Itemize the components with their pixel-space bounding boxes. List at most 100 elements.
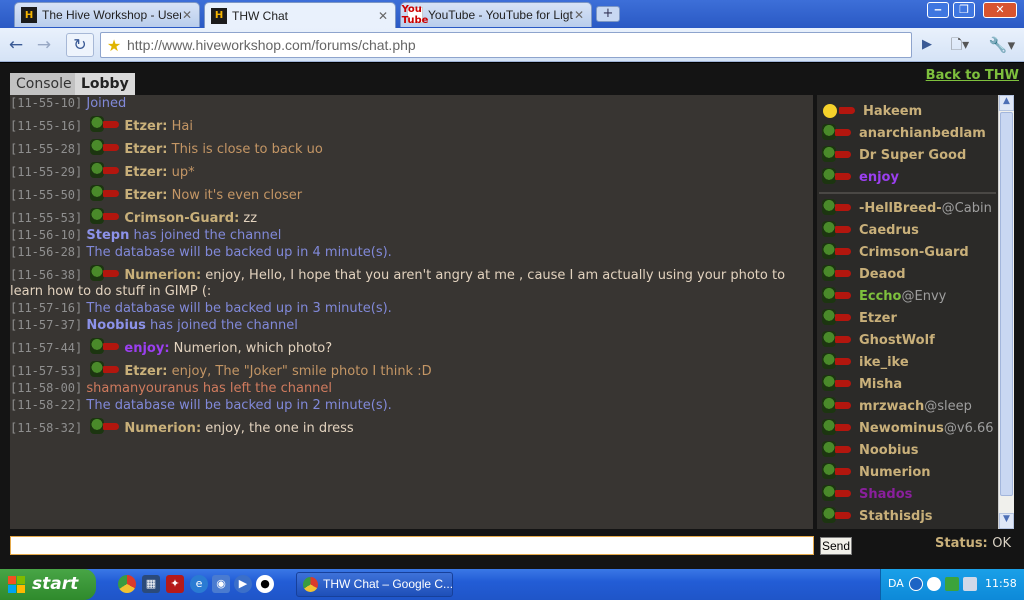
go-arrow-icon[interactable]: ▶ [915, 33, 939, 57]
chat-message: [11-55-29] Etzer: up* [10, 158, 813, 181]
user-list-item[interactable]: enjoy [817, 166, 998, 188]
message-text: Hai [171, 119, 193, 134]
message-username[interactable]: Etzer: [124, 119, 167, 134]
tab-lobby[interactable]: Lobby [75, 73, 135, 95]
user-list-item[interactable]: Misha [817, 373, 998, 395]
user-avatar-icon [89, 116, 121, 134]
user-list-item[interactable]: -HellBreed- @Cabin [817, 197, 998, 219]
user-name: ike_ike [859, 354, 909, 370]
user-list-item[interactable]: Etzer [817, 307, 998, 329]
tab-thw-chat[interactable]: H THW Chat ✕ [204, 2, 396, 28]
back-arrow-icon[interactable]: ← [4, 33, 28, 57]
message-text: enjoy, The "Joker" smile photo I think :… [171, 364, 432, 379]
user-list-item[interactable]: Noobius [817, 439, 998, 461]
user-list-item[interactable]: mrzwach @sleep [817, 395, 998, 417]
user-avatar-icon [821, 331, 853, 349]
user-avatar-icon [89, 139, 121, 157]
tab-close-icon[interactable]: ✕ [377, 9, 389, 23]
scroll-up-icon[interactable]: ▲ [999, 95, 1014, 111]
scroll-thumb[interactable] [1000, 112, 1013, 496]
language-indicator[interactable]: DA [888, 577, 904, 590]
panda-tray-icon[interactable] [927, 577, 941, 591]
windows-logo-icon [8, 576, 26, 594]
bookmark-star-icon[interactable]: ★ [101, 36, 127, 55]
maximize-window-icon[interactable]: ❐ [953, 2, 975, 18]
message-username[interactable]: Crimson-Guard: [124, 211, 239, 226]
joined-username[interactable]: Noobius [86, 318, 146, 333]
network-tray-icon[interactable] [945, 577, 959, 591]
user-list-item[interactable]: Newominus @v6.66 [817, 417, 998, 439]
send-button[interactable]: Send [820, 537, 852, 555]
page-menu-icon[interactable]: 🗋▾ [945, 33, 975, 57]
desktop-quicklaunch-icon[interactable]: ▦ [142, 575, 160, 593]
user-name: Deaod [859, 266, 906, 282]
user-list-item[interactable]: ike_ike [817, 351, 998, 373]
message-timestamp: [11-55-10] [10, 96, 83, 110]
system-text: has joined the channel [150, 318, 298, 333]
user-list-item[interactable]: Numerion [817, 461, 998, 483]
user-list-item[interactable]: Shados [817, 483, 998, 505]
user-avatar-icon [821, 375, 853, 393]
joined-username[interactable]: Stepn [86, 228, 129, 243]
back-to-thw-link[interactable]: Back to THW [926, 68, 1019, 83]
user-list-item[interactable]: Eccho @Envy [817, 285, 998, 307]
message-username[interactable]: Etzer: [124, 165, 167, 180]
message-username[interactable]: enjoy: [124, 341, 169, 356]
panda-quicklaunch-icon[interactable]: ● [256, 575, 274, 593]
user-list-item[interactable]: Caedrus [817, 219, 998, 241]
forward-arrow-icon[interactable]: → [32, 33, 56, 57]
media-quicklaunch-icon[interactable]: ◉ [212, 575, 230, 593]
status-value: OK [992, 536, 1012, 551]
system-text: The database will be backed up in 3 minu… [86, 301, 392, 316]
address-bar[interactable]: ★ http://www.hiveworkshop.com/forums/cha… [100, 32, 912, 58]
message-timestamp: [11-56-28] [10, 245, 83, 259]
message-username[interactable]: Etzer: [124, 188, 167, 203]
system-text: The database will be backed up in 2 minu… [86, 398, 392, 413]
message-username[interactable]: Etzer: [124, 364, 167, 379]
user-list-item[interactable]: GhostWolf [817, 329, 998, 351]
chat-page: Console Lobby Back to THW [11-55-10] Joi… [0, 63, 1024, 569]
message-username[interactable]: Numerion: [124, 421, 201, 436]
user-avatar-icon [89, 265, 121, 283]
chrome-quicklaunch-icon[interactable] [118, 575, 136, 593]
tab-close-icon[interactable]: ✕ [181, 8, 193, 22]
tab-hive-workshop[interactable]: H The Hive Workshop - User ... ✕ [14, 2, 200, 27]
close-window-icon[interactable]: ✕ [983, 2, 1017, 18]
start-button[interactable]: start [0, 569, 96, 600]
user-list-item[interactable]: anarchianbedlam [817, 122, 998, 144]
player-quicklaunch-icon[interactable]: ▶ [234, 575, 252, 593]
system-tray: DA 11:58 [880, 569, 1024, 600]
user-list-item[interactable]: Dr Super Good [817, 144, 998, 166]
volume-tray-icon[interactable] [963, 577, 977, 591]
user-list-item[interactable]: Hakeem [817, 100, 998, 122]
tab-youtube[interactable]: You Tube YouTube - YouTube for Ligt... ✕ [400, 2, 592, 27]
user-list-scrollbar[interactable]: ▲ ▼ [998, 95, 1014, 529]
chat-message: [11-55-28] Etzer: This is close to back … [10, 135, 813, 158]
user-list-item[interactable]: Stathisdjs [817, 505, 998, 527]
tab-close-icon[interactable]: ✕ [573, 8, 585, 22]
ie-quicklaunch-icon[interactable]: e [190, 575, 208, 593]
status-indicator: Status: OK [935, 536, 1011, 551]
user-list-item[interactable]: Deaod [817, 263, 998, 285]
tab-console[interactable]: Console [10, 73, 78, 95]
url-text: http://www.hiveworkshop.com/forums/chat.… [127, 37, 416, 53]
tab-title: YouTube - YouTube for Ligt... [428, 8, 573, 22]
chat-message: [11-57-37] Noobius has joined the channe… [10, 317, 813, 334]
message-username[interactable]: Etzer: [124, 142, 167, 157]
taskbar-item-thw-chat[interactable]: THW Chat – Google C... [296, 572, 453, 597]
user-avatar-icon [821, 507, 853, 525]
reload-icon[interactable]: ↻ [66, 33, 94, 57]
user-avatar-icon [821, 146, 853, 164]
message-input[interactable] [10, 536, 814, 555]
user-avatar-icon [821, 353, 853, 371]
tray-arrow-icon[interactable] [909, 577, 923, 591]
scroll-down-icon[interactable]: ▼ [999, 513, 1014, 529]
message-username[interactable]: Numerion: [124, 268, 201, 283]
system-text: Joined [86, 96, 127, 111]
app-quicklaunch-icon[interactable]: ✦ [166, 575, 184, 593]
wrench-menu-icon[interactable]: 🔧▾ [985, 33, 1019, 57]
message-timestamp: [11-57-16] [10, 301, 83, 315]
user-list-item[interactable]: Crimson-Guard [817, 241, 998, 263]
minimize-window-icon[interactable]: ‒ [927, 2, 949, 18]
new-tab-button[interactable]: + [596, 6, 620, 22]
